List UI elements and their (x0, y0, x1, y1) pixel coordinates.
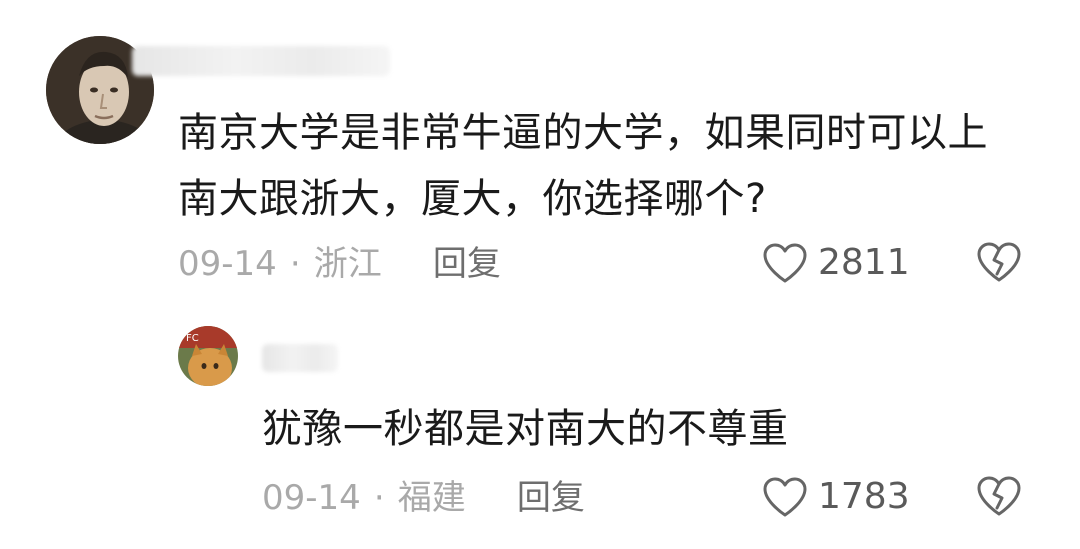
comment-username-blurred[interactable] (132, 46, 390, 76)
reply-like-button[interactable]: 1783 (762, 472, 910, 522)
heart-outline-icon (762, 476, 808, 518)
comment-meta: 09-14 · 浙江 回复 (178, 244, 501, 284)
meta-separator: · (373, 478, 385, 518)
broken-heart-icon[interactable] (976, 475, 1022, 517)
comment-date: 09-14 (178, 244, 277, 284)
reply-username-blurred[interactable] (262, 344, 338, 372)
reply-button[interactable]: 回复 (517, 478, 585, 518)
avatar-badge-text: FC (186, 333, 199, 344)
reply-location: 福建 (397, 478, 466, 518)
comment-like-button[interactable]: 2811 (762, 238, 910, 288)
reply-meta: 09-14 · 福建 回复 (262, 478, 585, 518)
broken-heart-icon[interactable] (976, 241, 1022, 283)
meta-separator: · (289, 244, 301, 284)
like-count: 2811 (818, 242, 910, 283)
reply-date: 09-14 (262, 478, 361, 518)
reply-text: 犹豫一秒都是对南大的不尊重 (262, 406, 789, 452)
reply-button[interactable]: 回复 (433, 244, 501, 284)
comment-location: 浙江 (313, 244, 382, 284)
cat-avatar-image: FC (178, 326, 238, 386)
comment-text: 南京大学是非常牛逼的大学，如果同时可以上南大跟浙大，厦大，你选择哪个? (178, 110, 988, 222)
heart-outline-icon (762, 242, 808, 284)
like-count: 1783 (818, 476, 910, 517)
reply-avatar[interactable]: FC (178, 326, 238, 386)
